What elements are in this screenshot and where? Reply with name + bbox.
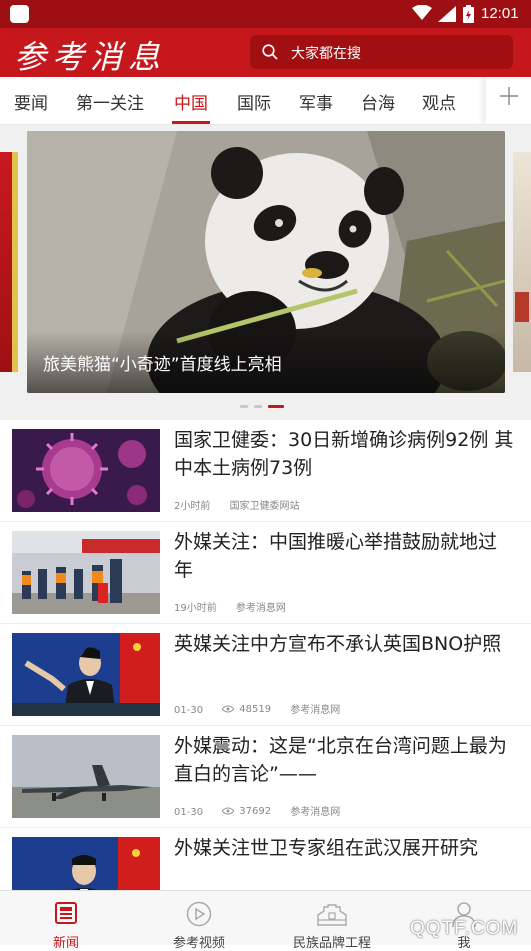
news-title: 外媒震动：这是“北京在台湾问题上最为直白的言论”—— — [174, 735, 507, 785]
news-source: 参考消息网 — [235, 603, 286, 614]
news-thumbnail-fighter-jet — [12, 735, 160, 818]
news-views: 48519 — [222, 704, 271, 715]
news-meta: 01-30 37692 参考消息网 — [174, 803, 356, 819]
status-time: 12:01 — [481, 5, 519, 22]
tab-taiwan-strait[interactable]: 台海 — [361, 89, 395, 114]
tab-military[interactable]: 军事 — [299, 89, 333, 114]
news-view-count: 37692 — [239, 805, 272, 817]
prev-slide-peek[interactable] — [0, 152, 18, 372]
nav-videos[interactable]: 参考视频 — [157, 891, 241, 951]
news-time: 01-30 — [174, 807, 204, 818]
play-circle-icon — [186, 901, 212, 927]
search-bar[interactable]: 大家都在搜 — [250, 35, 513, 69]
active-tab-indicator — [172, 121, 210, 124]
news-time: 01-30 — [174, 705, 204, 716]
slide-caption-text: 旅美熊猫“小奇迹”首度线上亮相 — [43, 355, 282, 375]
news-item[interactable]: 国家卫健委：30日新增确诊病例92例 其中本土病例73例 2小时前 国家卫健委网… — [0, 420, 531, 522]
carousel-dot[interactable] — [240, 405, 248, 408]
eye-icon — [222, 807, 235, 815]
eye-icon — [222, 705, 235, 713]
status-bar: 12:01 — [0, 0, 531, 28]
news-source: 参考消息网 — [290, 807, 341, 818]
app-logo[interactable]: 参考消息 — [14, 32, 166, 78]
signal-icon — [438, 6, 456, 22]
news-time: 2小时前 — [174, 501, 211, 512]
news-title: 外媒关注：中国推暖心举措鼓励就地过年 — [174, 531, 498, 581]
slide-caption: 旅美熊猫“小奇迹”首度线上亮相 — [27, 331, 505, 393]
nav-national-brand-label: 民族品牌工程 — [292, 936, 371, 951]
wifi-icon — [412, 5, 432, 20]
news-title: 外媒关注世卫专家组在武汉展开研究 — [174, 837, 479, 859]
carousel-dot-active[interactable] — [268, 405, 284, 408]
tab-opinion[interactable]: 观点 — [422, 89, 456, 114]
add-channel-button[interactable] — [486, 77, 531, 124]
news-title: 国家卫健委：30日新增确诊病例92例 其中本土病例73例 — [174, 429, 514, 479]
nav-news-label: 新闻 — [52, 936, 79, 951]
search-placeholder: 大家都在搜 — [291, 46, 361, 62]
nav-videos-label: 参考视频 — [172, 936, 225, 951]
news-meta: 2小时前 国家卫健委网站 — [174, 497, 316, 512]
tab-yaowen[interactable]: 要闻 — [14, 89, 48, 114]
news-thumbnail-spokesman — [12, 633, 160, 716]
news-meta: 19小时前 参考消息网 — [174, 599, 302, 614]
featured-carousel[interactable]: 旅美熊猫“小奇迹”首度线上亮相 — [0, 125, 531, 420]
news-thumbnail-volunteers — [12, 531, 160, 614]
featured-slide[interactable]: 旅美熊猫“小奇迹”首度线上亮相 — [27, 131, 505, 393]
news-time: 19小时前 — [174, 603, 217, 614]
news-title: 英媒关注中方宣布不承认英国BNO护照 — [174, 633, 502, 655]
carousel-dot[interactable] — [254, 405, 262, 408]
nav-news[interactable]: 新闻 — [30, 891, 102, 951]
tab-china[interactable]: 中国 — [174, 89, 208, 114]
news-views: 37692 — [222, 806, 271, 817]
search-icon — [262, 44, 278, 60]
top-bar: 参考消息 大家都在搜 — [0, 28, 531, 77]
news-source: 参考消息网 — [290, 705, 341, 716]
news-item[interactable]: 外媒关注：中国推暖心举措鼓励就地过年 19小时前 参考消息网 — [0, 522, 531, 624]
tab-international[interactable]: 国际 — [237, 89, 271, 114]
news-meta: 01-30 48519 参考消息网 — [174, 701, 356, 717]
news-source: 国家卫健委网站 — [229, 501, 300, 512]
news-item[interactable]: 英媒关注中方宣布不承认英国BNO护照 01-30 48519 参考消息网 — [0, 624, 531, 726]
plus-icon — [500, 87, 518, 105]
battery-icon — [463, 5, 474, 23]
nav-national-brand[interactable]: 民族品牌工程 — [282, 891, 382, 951]
great-wall-icon — [317, 904, 347, 926]
newspaper-icon — [55, 902, 77, 924]
notification-app-icon — [10, 5, 29, 23]
tab-first-focus[interactable]: 第一关注 — [76, 89, 144, 114]
news-thumbnail-virus — [12, 429, 160, 512]
next-slide-peek[interactable] — [513, 152, 531, 372]
channel-tabs: 要闻 第一关注 中国 国际 军事 台海 观点 — [0, 77, 531, 125]
news-item[interactable]: 外媒震动：这是“北京在台湾问题上最为直白的言论”—— 01-30 37692 参… — [0, 726, 531, 828]
watermark: QQTF.COM — [410, 918, 519, 939]
news-view-count: 48519 — [239, 703, 272, 715]
